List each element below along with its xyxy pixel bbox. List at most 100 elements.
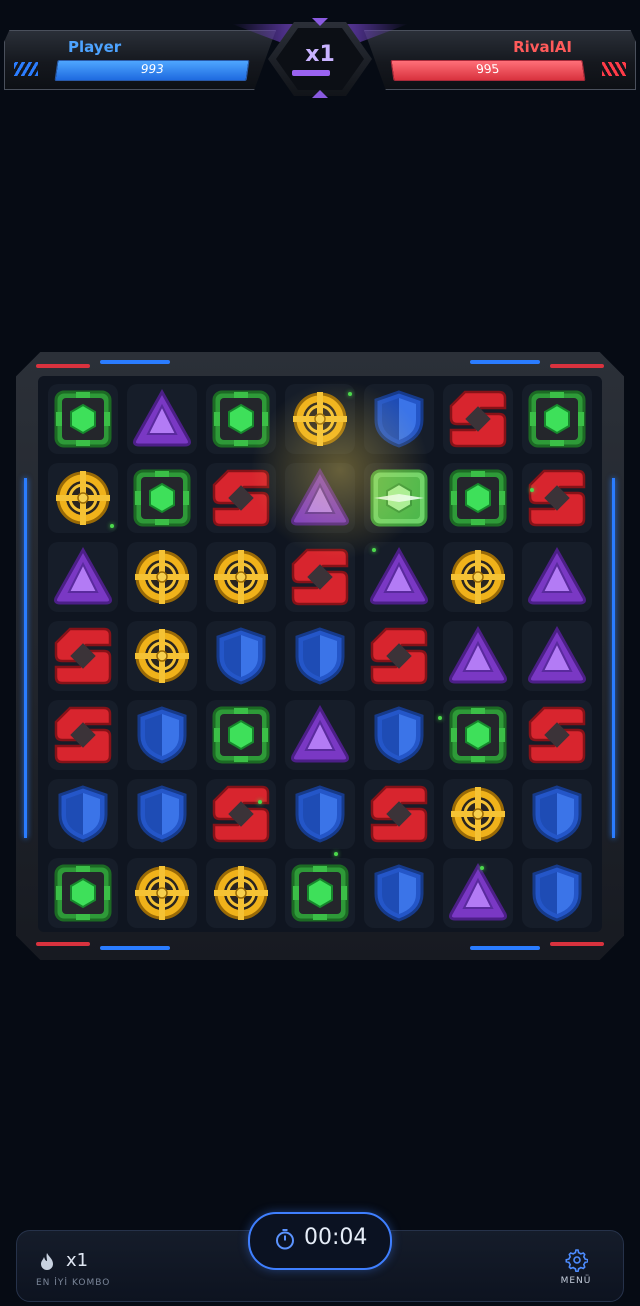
board-cell[interactable]	[127, 384, 197, 454]
board-cell[interactable]	[364, 700, 434, 770]
spark	[258, 800, 262, 804]
board-cell[interactable]	[364, 463, 434, 533]
board-accent-red-tr	[550, 364, 604, 368]
board-cell[interactable]	[206, 542, 276, 612]
board-cell[interactable]	[127, 700, 197, 770]
board-cell[interactable]	[48, 542, 118, 612]
multiplier-progress	[292, 70, 330, 76]
board-cell[interactable]	[206, 384, 276, 454]
green-hex-gem-icon	[210, 704, 272, 766]
board-cell[interactable]	[206, 858, 276, 928]
board-cell[interactable]	[285, 384, 355, 454]
board-cell[interactable]	[48, 463, 118, 533]
stopwatch-icon	[276, 1229, 294, 1250]
board-cell[interactable]	[522, 779, 592, 849]
board-cell[interactable]	[364, 384, 434, 454]
spark	[480, 866, 484, 870]
board-cell[interactable]	[48, 700, 118, 770]
board-cell[interactable]	[522, 858, 592, 928]
board-cell[interactable]	[127, 858, 197, 928]
blue-shield-gem-icon	[131, 704, 193, 766]
board-cell[interactable]	[443, 621, 513, 691]
multiplier-progress-fill	[292, 70, 330, 76]
blue-shield-gem-icon	[526, 783, 588, 845]
flame-icon	[41, 1253, 53, 1270]
board-cell[interactable]	[206, 463, 276, 533]
purple-triangle-gem-icon	[52, 546, 114, 608]
top-hud: Player RivalAI 993 995 x1	[0, 0, 640, 105]
green-hex-gem-icon	[210, 388, 272, 450]
blue-shield-gem-icon	[210, 625, 272, 687]
purple-triangle-gem-icon	[131, 388, 193, 450]
board-cell[interactable]	[285, 858, 355, 928]
board-cell[interactable]	[522, 384, 592, 454]
red-s-gem-icon	[52, 625, 114, 687]
yellow-target-gem-icon	[210, 546, 272, 608]
menu-button[interactable]: MENÜ	[552, 1248, 600, 1292]
board-cell[interactable]	[443, 700, 513, 770]
multiplier-value: x1	[305, 42, 335, 67]
yellow-target-gem-icon	[52, 467, 114, 529]
red-s-gem-icon	[447, 388, 509, 450]
blue-shield-gem-icon	[131, 783, 193, 845]
purple-triangle-gem-icon	[289, 467, 351, 529]
board-accent-blue-tl	[100, 360, 170, 364]
spark	[348, 392, 352, 396]
purple-triangle-gem-icon	[368, 546, 430, 608]
blue-shield-gem-icon	[289, 625, 351, 687]
board-cell[interactable]	[127, 463, 197, 533]
board-cell[interactable]	[127, 621, 197, 691]
blue-shield-gem-icon	[368, 388, 430, 450]
red-s-gem-icon	[526, 704, 588, 766]
board-cell[interactable]	[48, 779, 118, 849]
board-cell[interactable]	[522, 621, 592, 691]
purple-triangle-gem-icon	[447, 862, 509, 924]
red-s-gem-icon	[368, 625, 430, 687]
purple-triangle-gem-icon	[526, 625, 588, 687]
spark	[334, 852, 338, 856]
red-s-gem-icon	[52, 704, 114, 766]
gem-grid[interactable]	[46, 382, 598, 934]
board-cell[interactable]	[285, 779, 355, 849]
blue-shield-gem-icon	[368, 862, 430, 924]
yellow-target-gem-icon	[131, 546, 193, 608]
board-cell[interactable]	[48, 858, 118, 928]
red-s-gem-icon	[526, 467, 588, 529]
board-cell[interactable]	[285, 700, 355, 770]
menu-label: MENÜ	[560, 1276, 592, 1286]
board-cell[interactable]	[364, 621, 434, 691]
board-cell[interactable]	[443, 779, 513, 849]
board-accent-blue-bl	[100, 946, 170, 950]
board-cell[interactable]	[522, 700, 592, 770]
board-accent-red-tl	[36, 364, 90, 368]
board-cell[interactable]	[48, 621, 118, 691]
green-hex-gem-icon	[131, 467, 193, 529]
yellow-target-gem-icon	[210, 862, 272, 924]
board-cell[interactable]	[522, 463, 592, 533]
triangle-top-icon	[312, 18, 328, 26]
board-cell[interactable]	[364, 779, 434, 849]
board-cell[interactable]	[443, 463, 513, 533]
board-cell[interactable]	[522, 542, 592, 612]
board-cell[interactable]	[48, 384, 118, 454]
board-accent-blue-tr	[470, 360, 540, 364]
board-cell[interactable]	[364, 858, 434, 928]
board-cell[interactable]	[364, 542, 434, 612]
green-hex-gem-selected-icon	[368, 467, 430, 529]
board-cell[interactable]	[285, 542, 355, 612]
yellow-target-gem-icon	[131, 625, 193, 687]
board-cell[interactable]	[285, 463, 355, 533]
board-cell[interactable]	[285, 621, 355, 691]
board-cell[interactable]	[443, 384, 513, 454]
board-cell[interactable]	[127, 779, 197, 849]
board-cell[interactable]	[206, 621, 276, 691]
yellow-target-gem-icon	[289, 388, 351, 450]
board-cell[interactable]	[127, 542, 197, 612]
board-cell[interactable]	[206, 779, 276, 849]
board-cell[interactable]	[443, 858, 513, 928]
best-combo-label: EN İYİ KOMBO	[36, 1278, 111, 1288]
purple-triangle-gem-icon	[447, 625, 509, 687]
purple-triangle-gem-icon	[526, 546, 588, 608]
board-cell[interactable]	[206, 700, 276, 770]
board-cell[interactable]	[443, 542, 513, 612]
